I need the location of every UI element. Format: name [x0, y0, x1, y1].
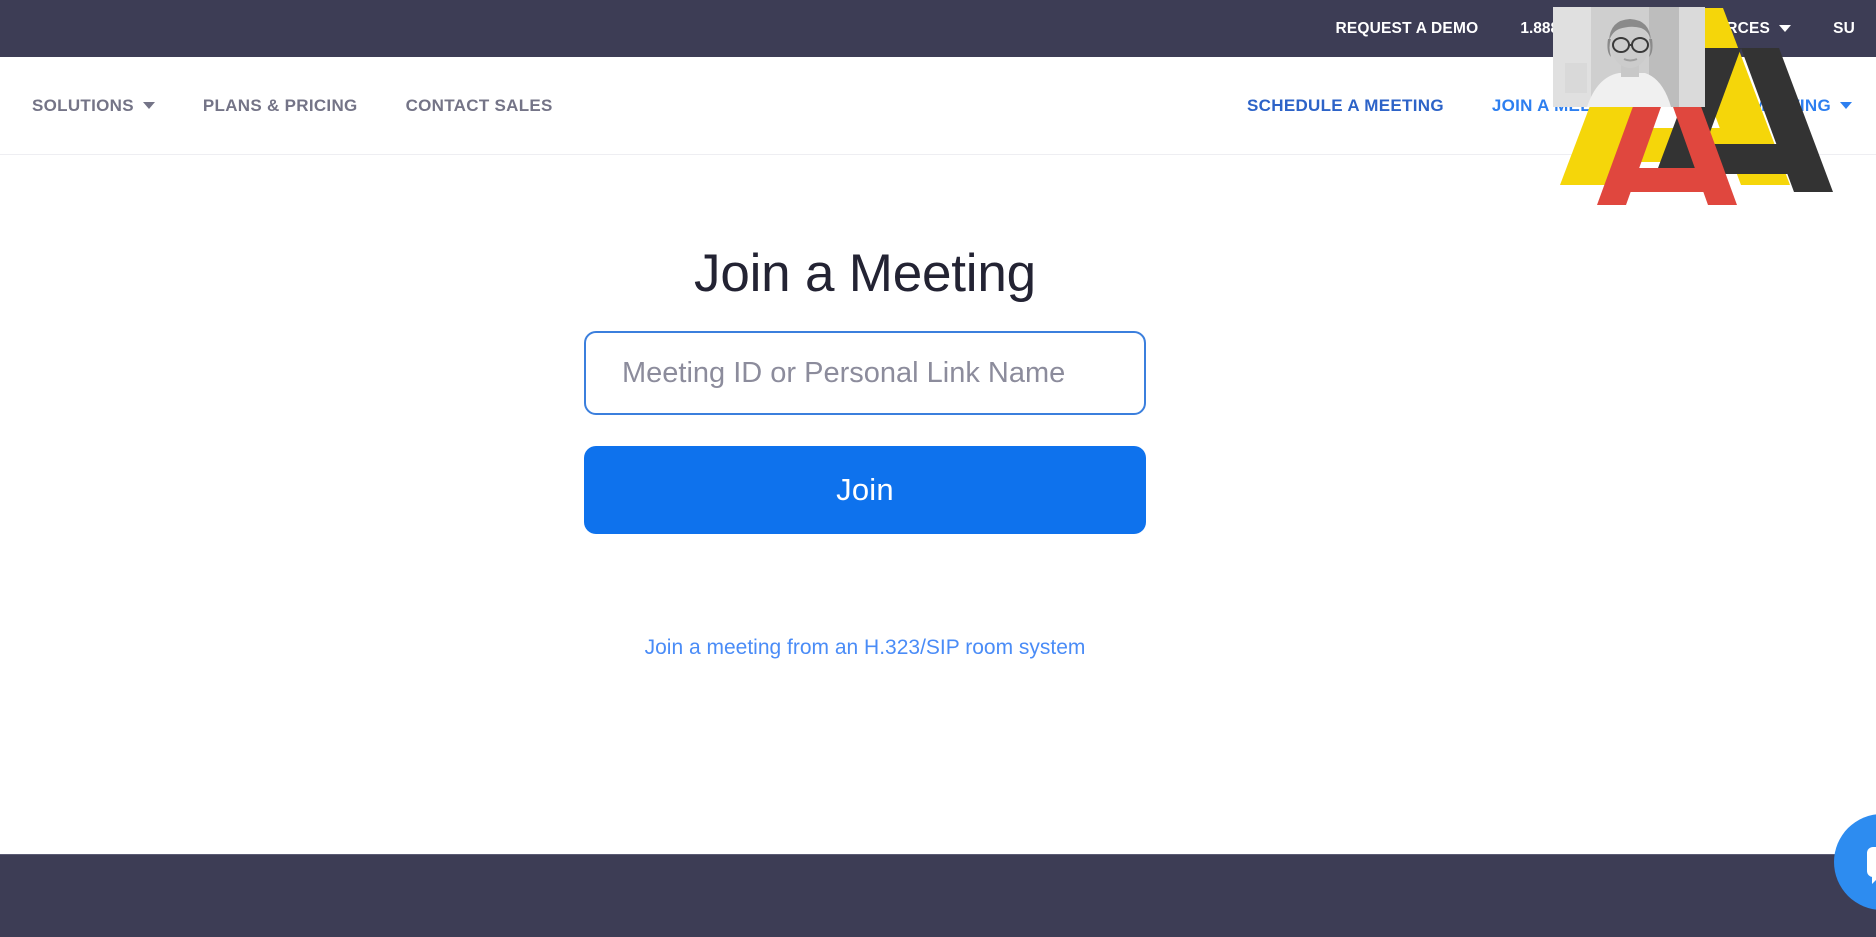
nav-item-plans-and-pricing-label: PLANS & PRICING: [202, 95, 358, 115]
nav-item-contact-sales[interactable]: CONTACT SALES: [382, 96, 577, 116]
chat-bubble-icon: [1867, 847, 1876, 884]
main-content: Join a Meeting Join Join a meeting from …: [0, 156, 1876, 854]
page-root: REQUEST A DEMO 1.888.799.5926 RESOURCES …: [0, 0, 1876, 937]
h323-sip-room-system-link[interactable]: Join a meeting from an H.323/SIP room sy…: [0, 636, 1730, 660]
nav-item-schedule-a-meeting[interactable]: SCHEDULE A MEETING: [1223, 96, 1468, 116]
top-link-phone-number[interactable]: 1.888.799.5926: [1499, 0, 1649, 57]
nav-left-group: SOLUTIONS PLANS & PRICING CONTACT SALES: [0, 96, 577, 116]
join-button[interactable]: Join: [584, 446, 1146, 534]
nav-item-host-a-meeting[interactable]: HOST A MEETING: [1658, 96, 1876, 116]
meeting-id-input[interactable]: [584, 331, 1146, 415]
top-link-resources-label: RESOURCES: [1670, 20, 1771, 37]
footer-bar: [0, 854, 1876, 937]
nav-right-group: SCHEDULE A MEETING JOIN A MEETING HOST A…: [1223, 96, 1876, 116]
nav-item-join-a-meeting-label: JOIN A MEETING: [1491, 95, 1634, 115]
chevron-down-icon: [1840, 102, 1852, 109]
main-navigation-bar: SOLUTIONS PLANS & PRICING CONTACT SALES …: [0, 57, 1876, 155]
top-link-support[interactable]: SU: [1812, 0, 1876, 57]
nav-item-contact-sales-label: CONTACT SALES: [405, 95, 553, 115]
nav-item-solutions[interactable]: SOLUTIONS: [8, 96, 179, 116]
chevron-down-icon: [142, 102, 155, 109]
top-utility-bar: REQUEST A DEMO 1.888.799.5926 RESOURCES …: [0, 0, 1876, 57]
nav-item-schedule-a-meeting-label: SCHEDULE A MEETING: [1247, 95, 1444, 115]
top-link-phone-number-label: 1.888.799.5926: [1520, 20, 1629, 37]
nav-item-solutions-label: SOLUTIONS: [32, 95, 134, 115]
top-link-support-label: SU: [1833, 20, 1855, 37]
nav-item-host-a-meeting-label: HOST A MEETING: [1681, 95, 1831, 115]
chevron-down-icon: [1779, 25, 1792, 32]
top-link-resources[interactable]: RESOURCES: [1649, 0, 1812, 57]
nav-item-join-a-meeting[interactable]: JOIN A MEETING: [1468, 96, 1658, 116]
page-title: Join a Meeting: [694, 243, 1036, 303]
top-utility-links: REQUEST A DEMO 1.888.799.5926 RESOURCES …: [1314, 0, 1876, 57]
top-link-request-a-demo-label: REQUEST A DEMO: [1335, 20, 1479, 37]
nav-item-plans-and-pricing[interactable]: PLANS & PRICING: [179, 96, 382, 116]
top-link-request-a-demo[interactable]: REQUEST A DEMO: [1314, 0, 1499, 57]
